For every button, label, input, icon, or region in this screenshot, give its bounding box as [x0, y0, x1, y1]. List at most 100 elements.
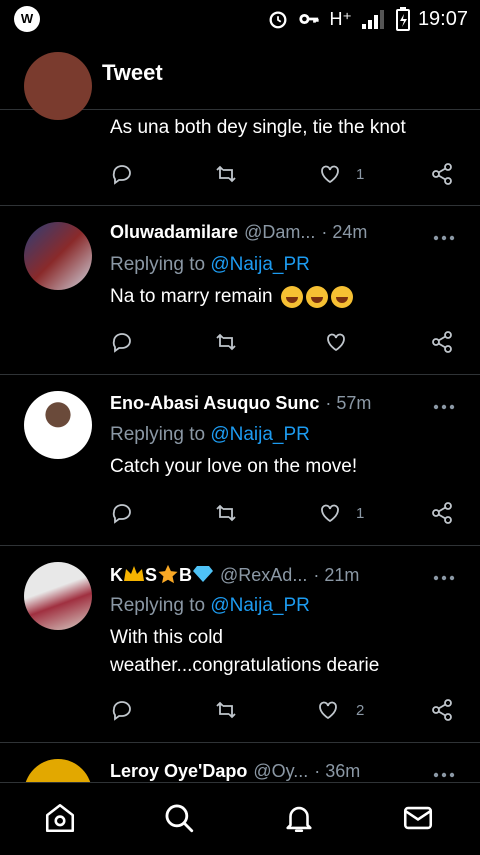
tweet-text-content: Na to marry remain: [110, 286, 273, 307]
retweet-icon: [216, 701, 236, 719]
search-icon[interactable]: [162, 801, 196, 835]
reply-button[interactable]: [110, 160, 134, 188]
mention-link[interactable]: @Naija_PR: [210, 595, 310, 616]
more-icon[interactable]: [432, 234, 456, 242]
messages-icon[interactable]: [401, 801, 435, 835]
app-notification-icon: W: [14, 6, 40, 32]
bottom-navigation: [0, 782, 480, 855]
like-icon: [327, 333, 345, 352]
like-count: 1: [356, 165, 365, 183]
tweet-reply[interactable]: Oluwadamilare @Dam... · 24m Replying to …: [0, 206, 480, 374]
retweet-button[interactable]: [214, 160, 238, 188]
page-title: Tweet: [102, 60, 163, 85]
replying-to: Replying to @Naija_PR: [110, 595, 310, 617]
gem-emoji: [193, 566, 214, 582]
share-icon: [432, 331, 452, 353]
author-name-part: B: [179, 565, 193, 585]
reply-icon: [112, 333, 131, 353]
like-button[interactable]: [324, 328, 348, 356]
author-handle[interactable]: @Dam...: [244, 222, 315, 243]
avatar[interactable]: [24, 759, 92, 782]
tweet-actions: [110, 328, 460, 356]
reply-button[interactable]: [110, 696, 134, 724]
retweet-icon: [216, 165, 236, 183]
star-emoji: [158, 564, 178, 584]
author-name[interactable]: Oluwadamilare: [110, 222, 238, 243]
replying-to-label: Replying to: [110, 254, 206, 275]
mention-link[interactable]: @Naija_PR: [210, 254, 310, 275]
author-name[interactable]: Leroy Oye'Dapo: [110, 761, 247, 782]
like-button[interactable]: 1: [318, 499, 364, 527]
like-icon: [321, 165, 339, 184]
tweet-header: Eno-Abasi Asuquo Sunc · 57m: [110, 393, 460, 414]
more-icon[interactable]: [432, 574, 456, 582]
like-button[interactable]: 1: [318, 160, 364, 188]
tweet-header: K S B @RexAd... · 21m: [110, 564, 460, 586]
status-bar: W H⁺ 19:07: [0, 0, 480, 38]
tweet-actions: 1: [110, 499, 460, 527]
crown-emoji: [124, 566, 144, 581]
tweet-time: · 24m: [321, 222, 368, 242]
replying-to-label: Replying to: [110, 595, 206, 616]
network-type: H⁺: [329, 8, 352, 29]
status-icons: H⁺ 19:07: [267, 6, 468, 32]
retweet-button[interactable]: [214, 696, 238, 724]
tweet-time: · 57m: [325, 393, 372, 413]
like-button[interactable]: 2: [316, 696, 364, 724]
retweet-icon: [216, 504, 236, 522]
more-icon[interactable]: [432, 771, 456, 779]
laughing-emoji: [280, 285, 303, 308]
tweet-partial[interactable]: As una both dey single, tie the knot 1: [0, 52, 480, 205]
home-icon[interactable]: [43, 801, 77, 835]
retweet-button[interactable]: [214, 499, 238, 527]
author-name[interactable]: Eno-Abasi Asuquo Sunc: [110, 393, 319, 414]
reply-button[interactable]: [110, 328, 134, 356]
key-icon: [299, 13, 320, 25]
author-name-part: S: [145, 565, 158, 585]
tweet-time: · 21m: [313, 564, 360, 585]
like-count: 1: [356, 504, 365, 522]
tweet-reply[interactable]: K S B @RexAd... · 21m Replying to @Naija_P…: [0, 546, 480, 742]
tweet-text: Catch your love on the move!: [110, 456, 358, 477]
tweet-header: Leroy Oye'Dapo @Oy... · 36m: [110, 761, 460, 782]
share-icon: [432, 699, 452, 721]
like-icon: [321, 504, 339, 523]
retweet-button[interactable]: [214, 328, 238, 356]
avatar[interactable]: [24, 222, 92, 290]
reply-button[interactable]: [110, 499, 134, 527]
tweet-reply[interactable]: Leroy Oye'Dapo @Oy... · 36m: [0, 743, 480, 782]
author-name[interactable]: KSB: [110, 564, 214, 586]
replying-to: Replying to @Naija_PR: [110, 424, 310, 446]
avatar[interactable]: [24, 52, 92, 120]
share-button[interactable]: [430, 696, 454, 724]
reply-icon: [112, 504, 131, 524]
battery-charging-icon: [395, 7, 410, 31]
tweet-text: As una both dey single, tie the knot: [110, 117, 406, 138]
like-icon: [319, 701, 337, 720]
clock: 19:07: [417, 7, 468, 30]
tweet-time: · 36m: [314, 761, 361, 781]
retweet-icon: [216, 333, 236, 351]
author-name-part: K: [110, 565, 123, 585]
like-count: 2: [356, 701, 365, 719]
reply-icon: [112, 701, 131, 721]
mention-link[interactable]: @Naija_PR: [210, 424, 310, 445]
avatar[interactable]: [24, 562, 92, 630]
share-icon: [432, 502, 452, 524]
replying-to-label: Replying to: [110, 424, 206, 445]
author-handle[interactable]: @RexAd...: [220, 565, 307, 586]
alarm-icon: [269, 11, 287, 29]
tweet-text: Na to marry remain: [110, 283, 450, 311]
replying-to: Replying to @Naija_PR: [110, 254, 310, 276]
share-button[interactable]: [430, 328, 454, 356]
notifications-icon[interactable]: [282, 801, 316, 835]
tweet-actions: 2: [110, 696, 460, 724]
share-button[interactable]: [430, 160, 454, 188]
more-icon[interactable]: [432, 403, 456, 411]
author-handle[interactable]: @Oy...: [253, 761, 308, 782]
tweet-reply[interactable]: Eno-Abasi Asuquo Sunc · 57m Replying to …: [0, 375, 480, 545]
laughing-emoji: [305, 285, 328, 308]
avatar[interactable]: [24, 391, 92, 459]
tweet-actions: 1: [110, 160, 460, 188]
share-button[interactable]: [430, 499, 454, 527]
